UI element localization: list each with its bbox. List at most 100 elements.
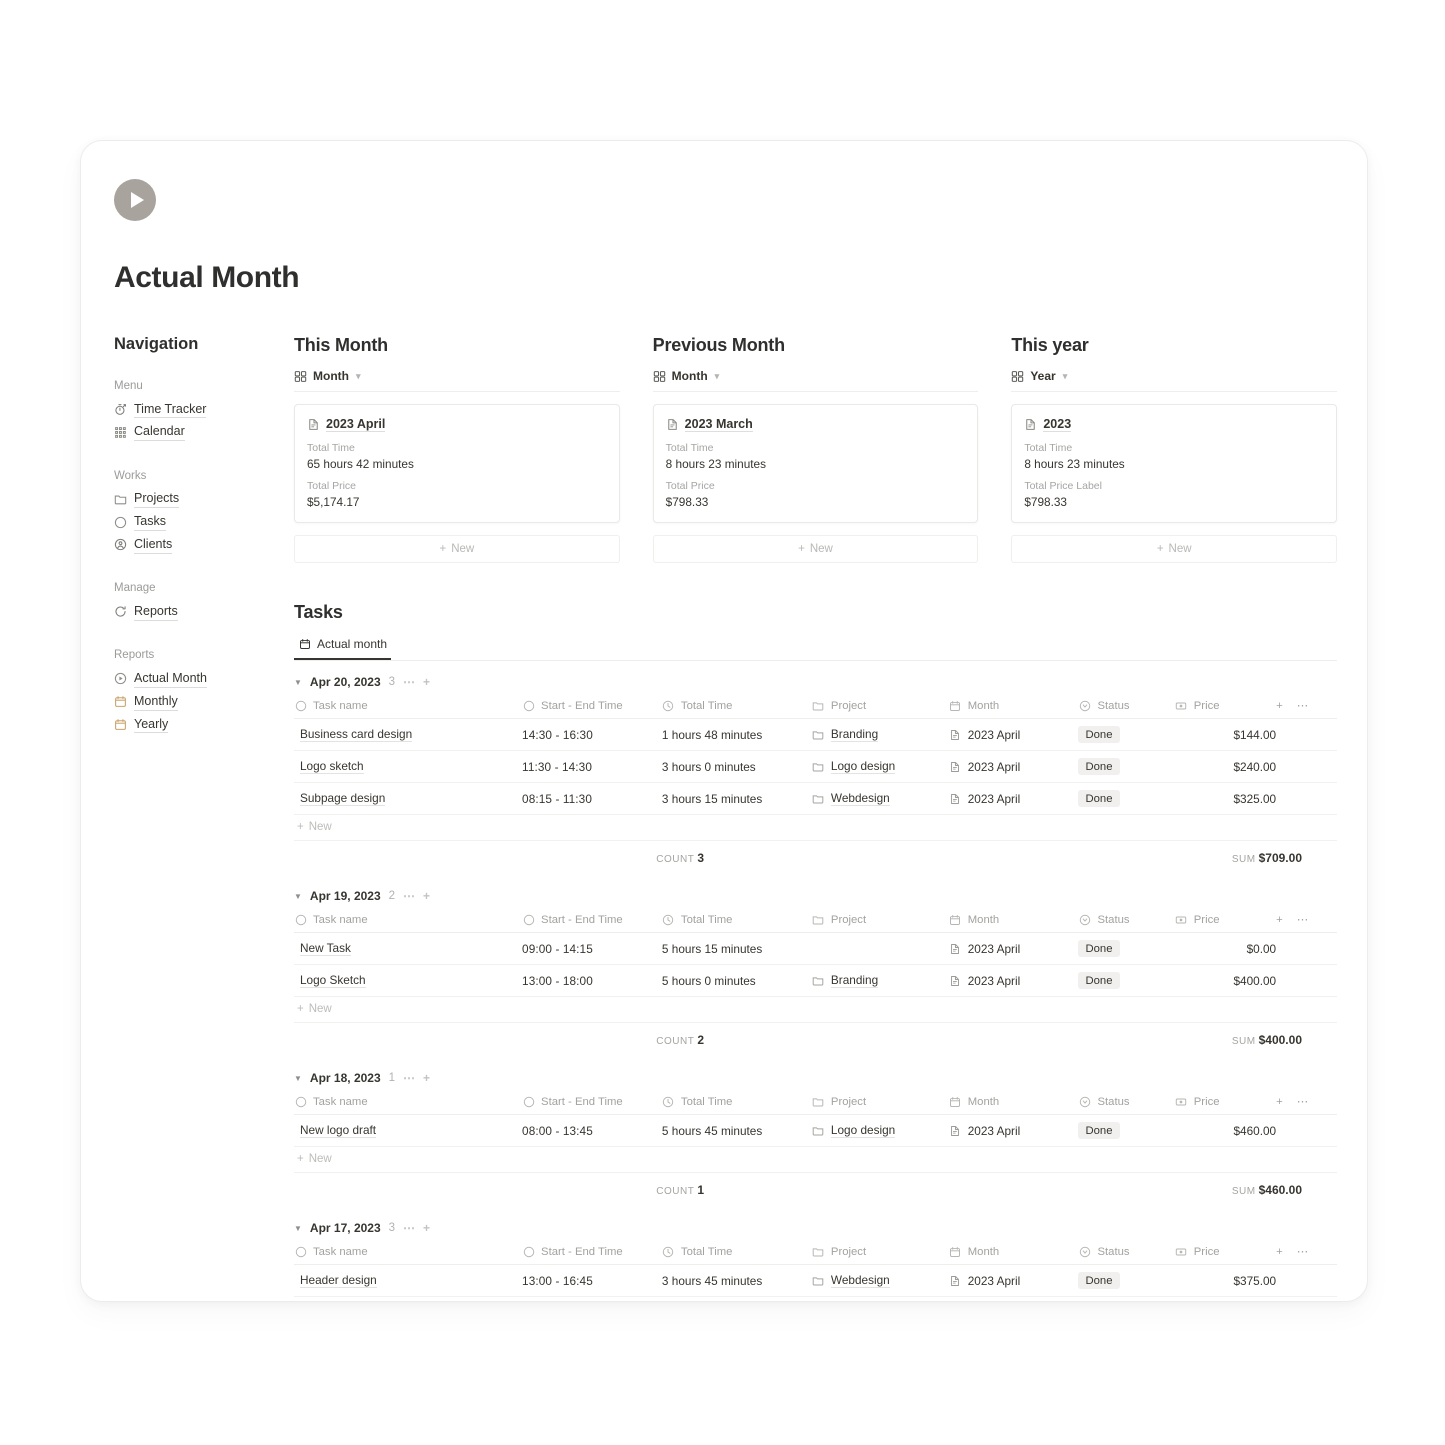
column-header-total-time[interactable]: Total Time	[661, 1091, 812, 1115]
view-selector[interactable]: Month ▾	[294, 369, 620, 392]
add-column-icon[interactable]: +	[1276, 700, 1283, 712]
column-header-task-name[interactable]: Task name	[294, 1241, 523, 1265]
column-header-start-end-time[interactable]: Start - End Time	[522, 1241, 662, 1265]
column-header-month[interactable]: Month	[948, 1241, 1079, 1265]
add-column-icon[interactable]: +	[1276, 914, 1283, 926]
column-header-price[interactable]: Price	[1174, 1091, 1277, 1115]
gallery-icon	[1011, 370, 1024, 383]
column-more-icon[interactable]: ⋯	[1297, 1245, 1308, 1258]
summary-card[interactable]: 2023 Total Time 8 hours 23 minutes Total Pr…	[1011, 404, 1338, 523]
new-task-row[interactable]: + New	[294, 815, 1337, 841]
column-header-label: Price	[1193, 699, 1220, 712]
column-header-price[interactable]: Price	[1174, 909, 1277, 933]
summary-cards-row: This Month Month ▾ 2023 April Total Time 65 h…	[294, 335, 1338, 563]
table-row[interactable]: New Task 09:00 - 14:15 5 hours 15 minutes 2…	[294, 932, 1337, 965]
caret-down-icon[interactable]: ▼	[294, 1224, 302, 1233]
sidebar-item-monthly[interactable]: Monthly	[114, 690, 294, 713]
sum-aggregate[interactable]: SUM $460.00	[704, 1183, 1337, 1197]
count-aggregate[interactable]: COUNT 3	[294, 851, 704, 865]
column-header-month[interactable]: Month	[948, 1091, 1079, 1115]
caret-down-icon[interactable]: ▼	[294, 892, 302, 901]
page-icon	[949, 1274, 962, 1287]
sidebar-item-reports[interactable]: Reports	[114, 600, 294, 623]
column-header-project[interactable]: Project	[811, 909, 949, 933]
folder-icon	[812, 699, 825, 712]
column-header-project[interactable]: Project	[811, 1241, 949, 1265]
column-header-month[interactable]: Month	[948, 909, 1079, 933]
column-header-status[interactable]: Status	[1078, 909, 1175, 933]
table-row[interactable]: Footer section design10:00 - 13:003 hour…	[294, 1296, 1337, 1301]
column-more-icon[interactable]: ⋯	[1297, 1095, 1308, 1108]
view-selector[interactable]: Month ▾	[652, 369, 979, 392]
sidebar-item-tasks[interactable]: Tasks	[114, 511, 294, 534]
table-row[interactable]: Business card design 14:30 - 16:30 1 hours…	[294, 718, 1337, 751]
more-options-icon[interactable]: ⋯	[403, 889, 415, 903]
sum-aggregate[interactable]: SUM $400.00	[704, 1033, 1337, 1047]
new-task-row[interactable]: + New	[294, 997, 1337, 1023]
count-aggregate[interactable]: COUNT 2	[294, 1033, 704, 1047]
sidebar-item-calendar[interactable]: Calendar	[114, 421, 294, 444]
count-aggregate[interactable]: COUNT 1	[294, 1183, 704, 1197]
caret-down-icon[interactable]: ▼	[294, 678, 302, 687]
column-header-label: Status	[1097, 699, 1130, 712]
sum-aggregate[interactable]: SUM $709.00	[704, 851, 1337, 865]
view-selector[interactable]: Year ▾	[1011, 369, 1338, 392]
table-row[interactable]: Logo Sketch 13:00 - 18:00 5 hours 0 minute…	[294, 964, 1337, 997]
column-header-project[interactable]: Project	[811, 1091, 949, 1115]
add-column-icon[interactable]: +	[1276, 1246, 1283, 1258]
add-row-icon[interactable]: +	[423, 1221, 430, 1235]
sidebar-item-yearly[interactable]: Yearly	[114, 713, 294, 736]
column-header-total-time[interactable]: Total Time	[661, 1241, 812, 1265]
new-card-button[interactable]: + New	[652, 535, 979, 563]
column-header-start-end-time[interactable]: Start - End Time	[522, 695, 662, 719]
column-header-task-name[interactable]: Task name	[294, 1091, 523, 1115]
more-options-icon[interactable]: ⋯	[403, 1071, 415, 1085]
nav-group-label: Menu	[114, 380, 143, 392]
column-header-total-time[interactable]: Total Time	[661, 909, 812, 933]
tab-actual-month[interactable]: Actual month	[294, 635, 392, 660]
column-header-status[interactable]: Status	[1078, 1241, 1175, 1265]
property-value: $798.33	[1024, 495, 1067, 509]
column-header-project[interactable]: Project	[811, 695, 949, 719]
table-row[interactable]: Subpage design 08:15 - 11:30 3 hours 15 mi…	[294, 782, 1337, 815]
table-row[interactable]: New logo draft 08:00 - 13:45 5 hours 45 mi…	[294, 1114, 1337, 1147]
new-task-row[interactable]: + New	[294, 1147, 1337, 1173]
table-row[interactable]: Header design 13:00 - 16:45 3 hours 45 min…	[294, 1264, 1337, 1297]
column-header-price[interactable]: Price	[1174, 695, 1277, 719]
chevron-down-icon: ▾	[355, 370, 361, 381]
column-header-total-time[interactable]: Total Time	[661, 695, 812, 719]
column-header-task-name[interactable]: Task name	[294, 695, 523, 719]
add-column-icon[interactable]: +	[1276, 1096, 1283, 1108]
sidebar-item-actual-month[interactable]: Actual Month	[114, 667, 294, 690]
column-header-label: Month	[967, 1095, 1000, 1108]
column-more-icon[interactable]: ⋯	[1297, 913, 1308, 926]
column-header-start-end-time[interactable]: Start - End Time	[522, 909, 662, 933]
summary-card[interactable]: 2023 April Total Time 65 hours 42 minutes T…	[294, 404, 620, 523]
card-title: 2023 March	[684, 417, 753, 432]
sidebar-item-label: Monthly	[134, 693, 178, 711]
column-header-price[interactable]: Price	[1174, 1241, 1277, 1265]
table-row[interactable]: Logo sketch 11:30 - 14:30 3 hours 0 minute…	[294, 750, 1337, 783]
column-header-status[interactable]: Status	[1078, 695, 1175, 719]
column-header-start-end-time[interactable]: Start - End Time	[522, 1091, 662, 1115]
new-card-button[interactable]: + New	[294, 535, 620, 563]
column-header-label: Status	[1097, 1245, 1130, 1258]
sidebar-item-projects[interactable]: Projects	[114, 488, 294, 511]
caret-down-icon[interactable]: ▼	[294, 1074, 302, 1083]
column-more-icon[interactable]: ⋯	[1297, 699, 1308, 712]
column-header-month[interactable]: Month	[948, 695, 1079, 719]
add-row-icon[interactable]: +	[423, 889, 430, 903]
add-row-icon[interactable]: +	[423, 675, 430, 689]
add-row-icon[interactable]: +	[423, 1071, 430, 1085]
total-time: 5 hours 15 minutes	[661, 932, 812, 965]
column-header-label: Status	[1097, 1095, 1130, 1108]
new-card-button[interactable]: + New	[1011, 535, 1338, 563]
more-options-icon[interactable]: ⋯	[403, 675, 415, 689]
sidebar-item-time-tracker[interactable]: Time Tracker	[114, 398, 294, 421]
column-header-status[interactable]: Status	[1078, 1091, 1175, 1115]
count-label: COUNT	[656, 1186, 695, 1197]
sidebar-item-clients[interactable]: Clients	[114, 534, 294, 557]
summary-card[interactable]: 2023 March Total Time 8 hours 23 minutes To…	[652, 404, 979, 523]
column-header-task-name[interactable]: Task name	[294, 909, 523, 933]
more-options-icon[interactable]: ⋯	[403, 1221, 415, 1235]
